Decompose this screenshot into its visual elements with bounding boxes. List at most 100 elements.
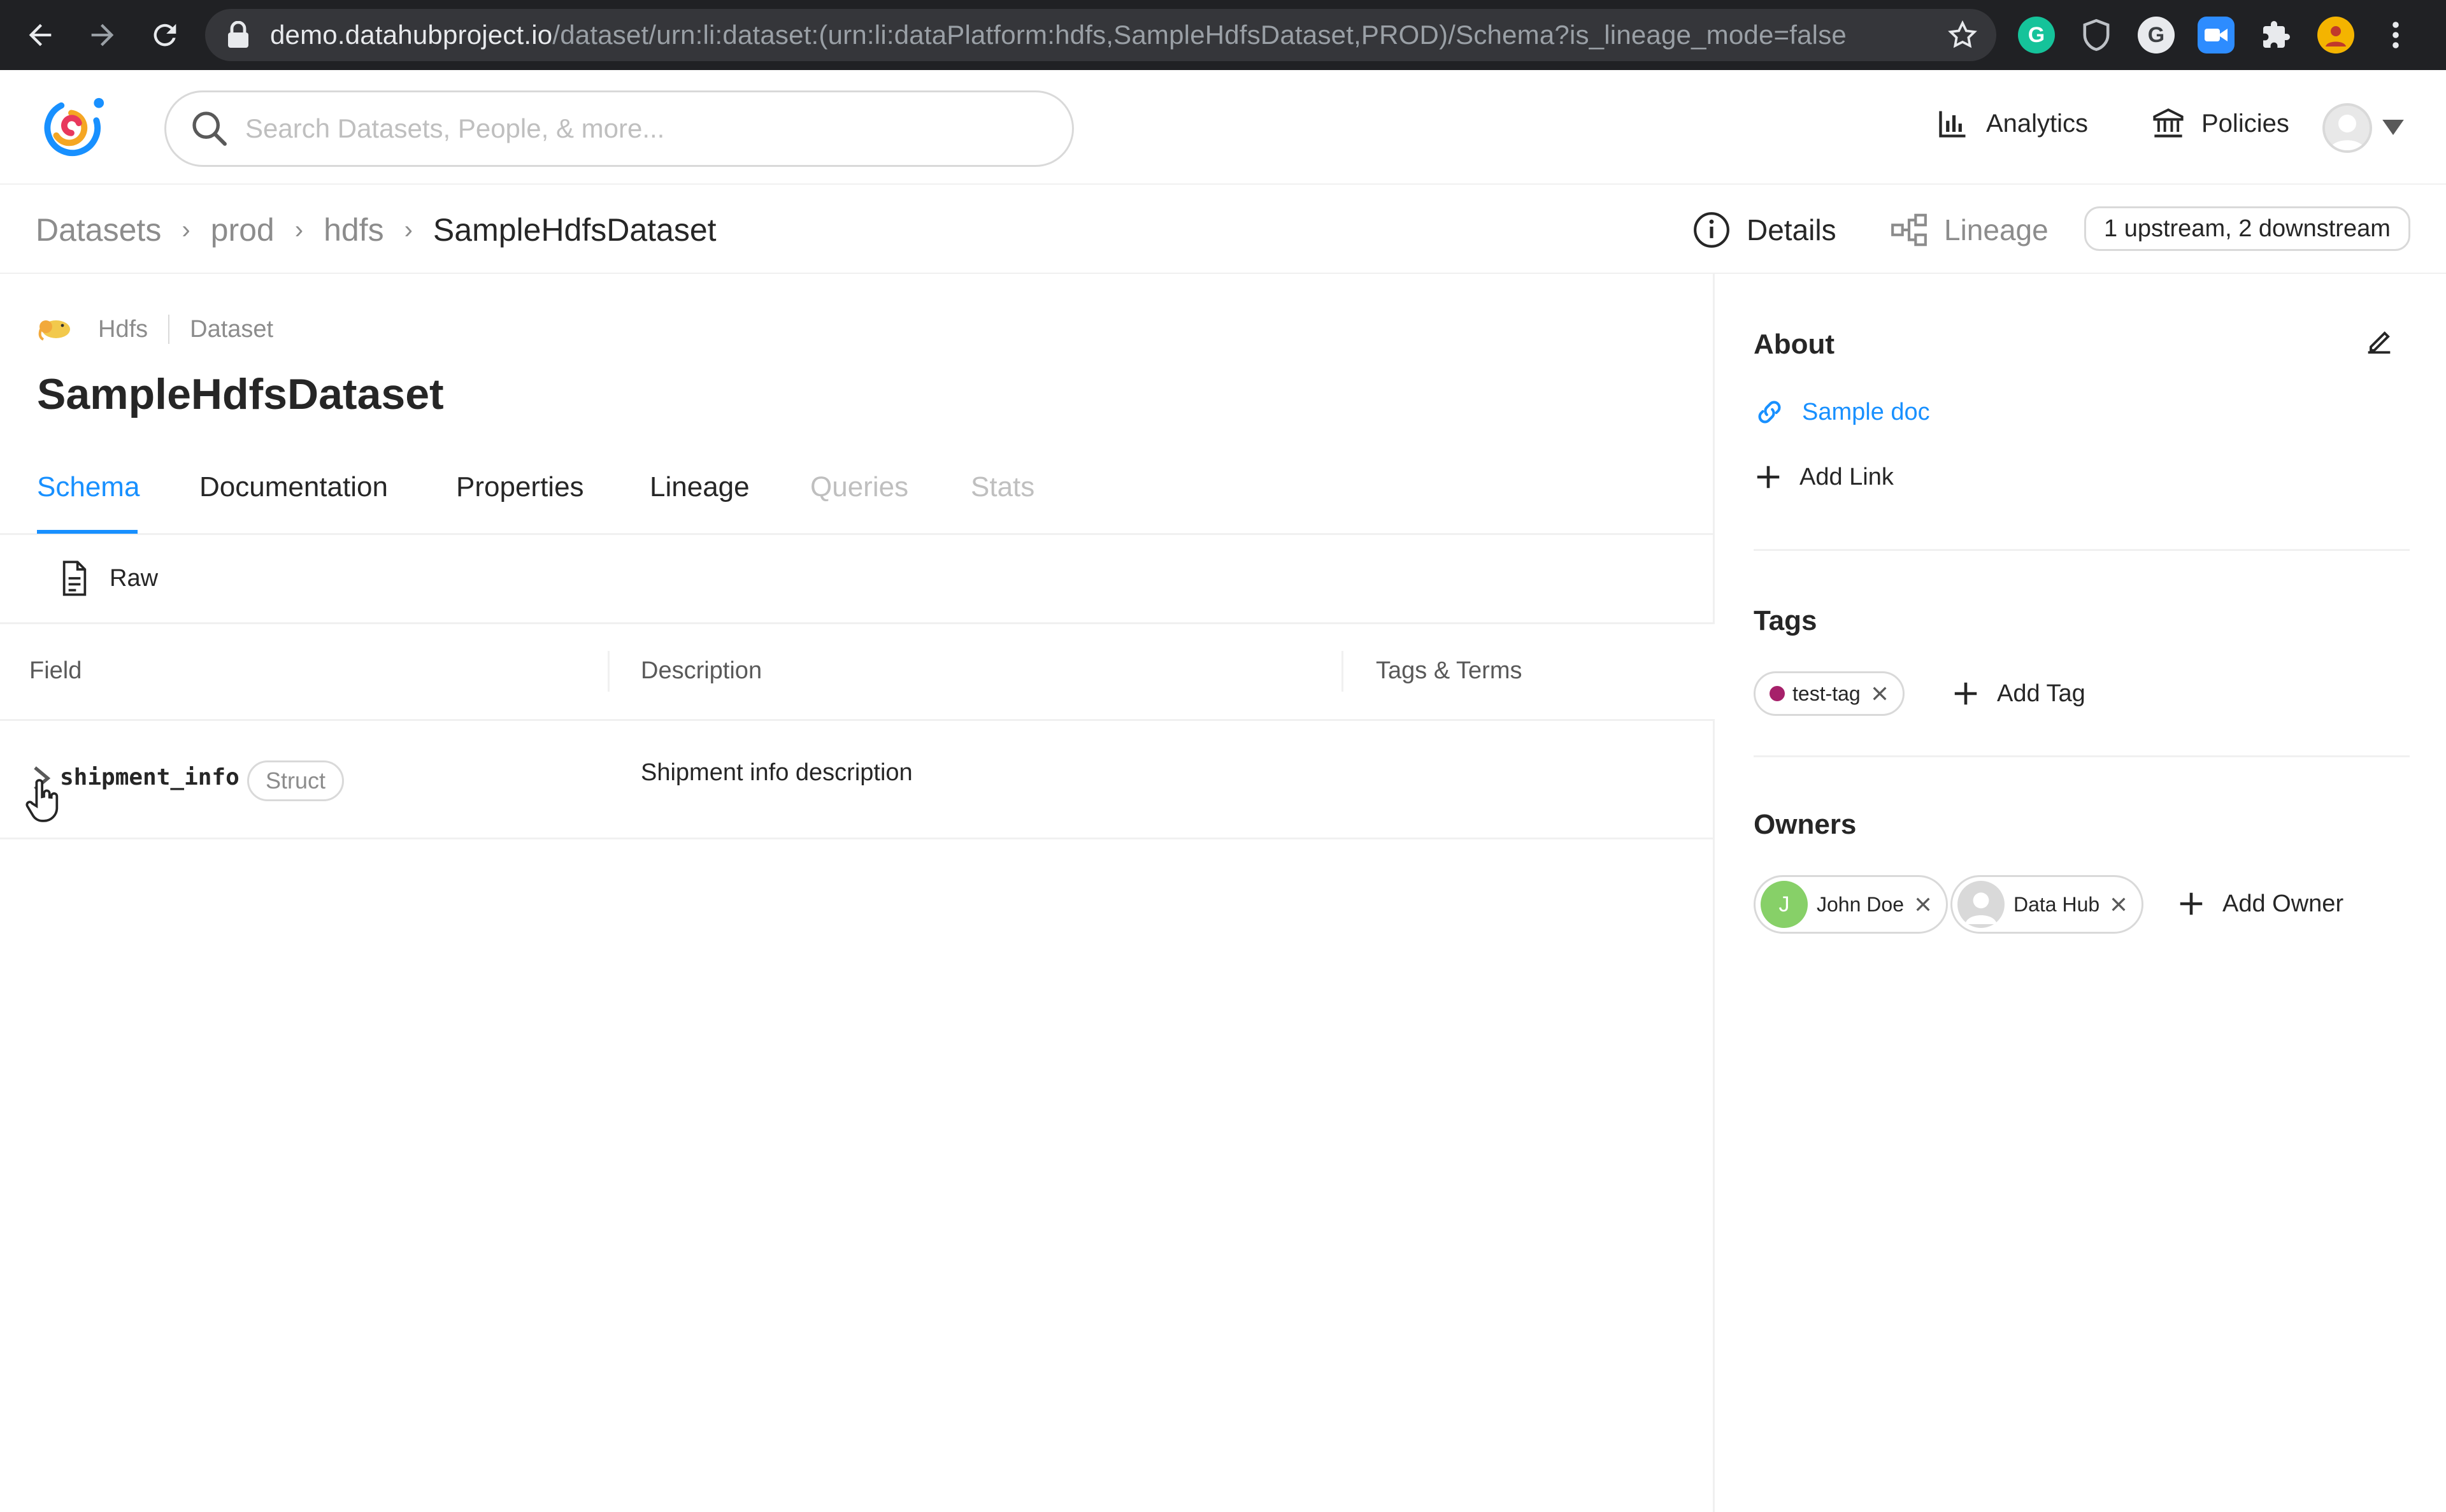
arrow-right-icon: [91, 24, 114, 46]
plus-icon: [2180, 892, 2203, 915]
policies-label: Policies: [2201, 109, 2289, 138]
hadoop-elephant-icon: [38, 320, 70, 341]
raw-button[interactable]: Raw: [59, 560, 158, 596]
tab-lineage[interactable]: Lineage: [650, 471, 750, 503]
breadcrumb-prod[interactable]: prod: [211, 211, 275, 248]
browser-toolbar: demo.datahubproject.io/dataset/urn:li:da…: [0, 0, 2446, 70]
app-header: Analytics Policies: [0, 70, 2446, 185]
url-host: demo.datahubproject.io: [270, 20, 553, 50]
section-divider: [1754, 755, 2410, 757]
column-divider: [1341, 651, 1343, 692]
add-tag-label: Add Tag: [1997, 680, 2085, 707]
entity-main-pane: Hdfs Dataset SampleHdfsDataset Schema Do…: [0, 274, 1715, 1512]
tag-label: test-tag: [1792, 681, 1861, 705]
owner-pill-data-hub[interactable]: Data Hub: [1950, 875, 2144, 934]
shield-ext-icon[interactable]: [2078, 17, 2115, 53]
owner-name: John Doe: [1817, 892, 1904, 916]
plus-icon: [1757, 466, 1780, 489]
close-icon[interactable]: [1871, 685, 1889, 703]
plus-icon: [1954, 682, 1977, 705]
address-bar[interactable]: demo.datahubproject.io/dataset/urn:li:da…: [205, 9, 1996, 61]
column-header-description[interactable]: Description: [641, 657, 762, 685]
lineage-toggle[interactable]: Lineage: [1889, 210, 2049, 250]
lineage-summary-badge: 1 upstream, 2 downstream: [2084, 206, 2410, 251]
datahub-logo[interactable]: [33, 93, 110, 163]
edit-pencil-icon[interactable]: [2363, 325, 2396, 358]
puzzle-icon[interactable]: [2257, 17, 2294, 53]
url-path: /dataset/urn:li:dataset:(urn:li:dataPlat…: [552, 20, 1847, 50]
breadcrumb-hdfs[interactable]: hdfs: [324, 211, 384, 248]
bank-icon: [2153, 108, 2184, 138]
search-box[interactable]: [164, 90, 1074, 167]
extension-icons: G G: [2018, 0, 2414, 70]
analytics-link[interactable]: Analytics: [1936, 107, 2088, 140]
details-toggle[interactable]: Details: [1692, 210, 1836, 250]
hand-cursor-icon: [25, 779, 59, 822]
user-avatar[interactable]: [2322, 103, 2372, 153]
platform-name: Hdfs: [98, 315, 148, 343]
schema-toolbar: Raw: [0, 535, 1715, 624]
field-description[interactable]: Shipment info description: [641, 759, 913, 787]
info-circle-icon: [1694, 212, 1729, 248]
tab-stats: Stats: [971, 471, 1035, 503]
link-icon: [1758, 401, 1781, 424]
close-icon[interactable]: [2110, 895, 2128, 913]
breadcrumb-datasets[interactable]: Datasets: [36, 211, 161, 248]
table-row[interactable]: shipment_info Struct Shipment info descr…: [0, 721, 1715, 839]
search-input[interactable]: [245, 113, 1010, 144]
add-tag-button[interactable]: Add Tag: [1951, 679, 2085, 708]
chevron-right-icon: ›: [182, 215, 190, 244]
owners-title: Owners: [1754, 809, 1857, 840]
add-owner-button[interactable]: Add Owner: [2177, 889, 2343, 918]
lineage-label: Lineage: [1944, 213, 2049, 246]
breadcrumb-row: Datasets › prod › hdfs › SampleHdfsDatas…: [0, 185, 2446, 274]
zoom-ext-icon[interactable]: [2198, 17, 2235, 53]
column-divider: [608, 651, 610, 692]
back-button[interactable]: [9, 0, 71, 70]
chevron-down-icon[interactable]: [2382, 120, 2404, 135]
doc-link-label: Sample doc: [1802, 398, 1930, 425]
tag-pill[interactable]: test-tag: [1754, 671, 1905, 716]
arrow-left-icon: [29, 24, 52, 46]
grammarly-icon[interactable]: G: [2018, 17, 2055, 53]
about-title: About: [1754, 329, 1835, 360]
kebab-menu-icon[interactable]: [2377, 17, 2414, 53]
policies-link[interactable]: Policies: [2152, 107, 2289, 140]
breadcrumb: Datasets › prod › hdfs › SampleHdfsDatas…: [36, 211, 717, 248]
owner-pill-john-doe[interactable]: J John Doe: [1754, 875, 1948, 934]
g-ext-icon[interactable]: G: [2138, 17, 2175, 53]
active-tab-indicator: [37, 530, 138, 534]
tags-title: Tags: [1754, 605, 1817, 636]
search-icon: [192, 111, 227, 146]
reload-button[interactable]: [134, 0, 196, 70]
breadcrumb-current: SampleHdfsDataset: [433, 212, 717, 248]
tab-documentation[interactable]: Documentation: [199, 471, 388, 503]
section-divider: [1754, 549, 2410, 551]
field-type-badge: Struct: [247, 760, 345, 801]
column-header-tags-terms[interactable]: Tags & Terms: [1376, 657, 1522, 685]
avatar: J: [1761, 881, 1808, 928]
tab-schema[interactable]: Schema: [37, 471, 139, 503]
bar-chart-icon: [1939, 111, 1966, 138]
divider: [168, 315, 170, 344]
schema-table-header: Field Description Tags & Terms: [0, 624, 1715, 721]
column-header-field[interactable]: Field: [29, 657, 82, 685]
forward-button[interactable]: [71, 0, 134, 70]
tag-color-dot: [1770, 686, 1785, 701]
reload-icon: [154, 24, 176, 46]
platform-row: Hdfs Dataset: [37, 315, 273, 344]
close-icon[interactable]: [1914, 895, 1932, 913]
tab-properties[interactable]: Properties: [456, 471, 584, 503]
doc-link[interactable]: Sample doc: [1754, 396, 1930, 428]
owner-name: Data Hub: [2013, 892, 2100, 916]
bookmark-star-icon[interactable]: [1947, 19, 1978, 51]
add-link-button[interactable]: Add Link: [1754, 462, 1894, 492]
profile-avatar-icon[interactable]: [2317, 17, 2354, 53]
add-owner-label: Add Owner: [2222, 890, 2344, 917]
field-name: shipment_info: [60, 764, 240, 790]
tab-queries: Queries: [810, 471, 909, 503]
file-text-icon: [62, 560, 87, 596]
entity-type: Dataset: [190, 315, 274, 343]
lineage-graph-icon: [1891, 213, 1927, 246]
avatar: [1957, 881, 2005, 928]
